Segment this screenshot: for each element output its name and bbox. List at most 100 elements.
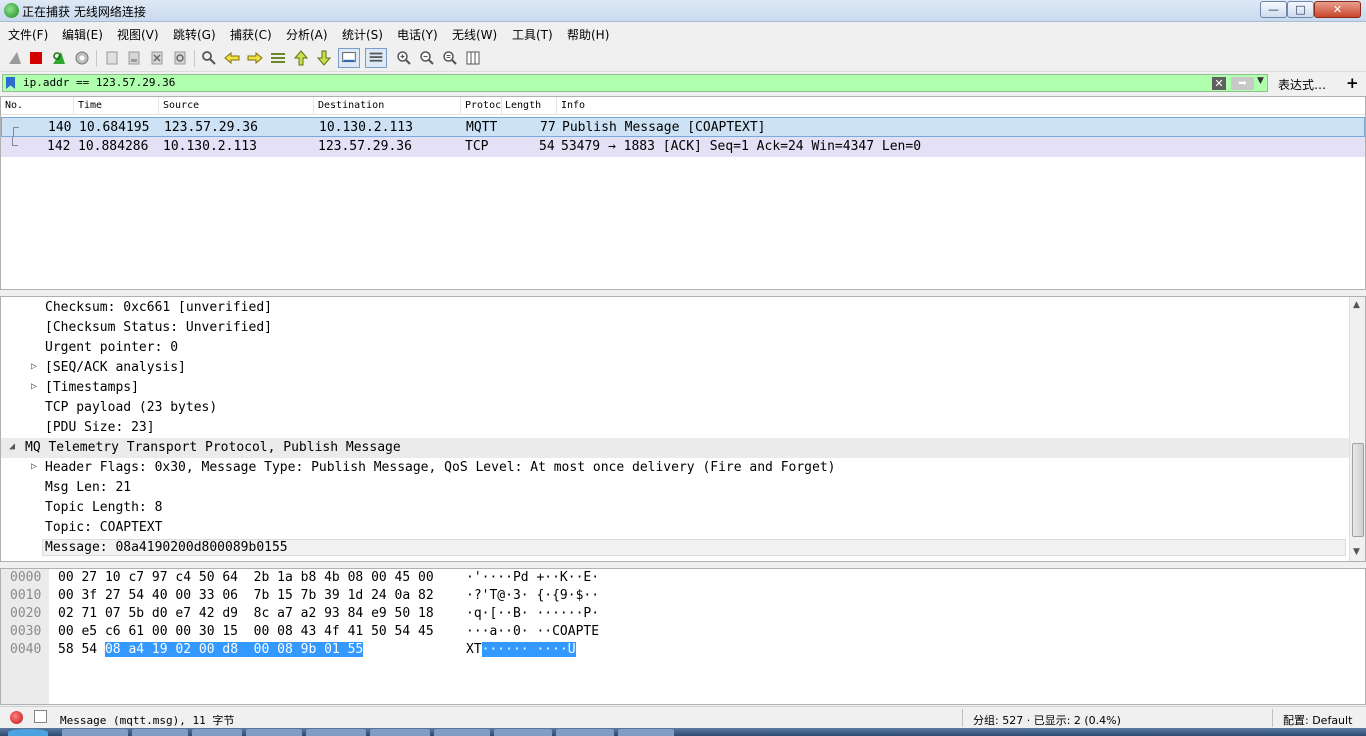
packet-row[interactable]: 142 10.884286 10.130.2.113 123.57.29.36 … xyxy=(1,137,1365,157)
expand-arrow-icon[interactable]: ▷ xyxy=(31,461,37,472)
save-file-icon[interactable] xyxy=(126,50,142,66)
detail-line-selected[interactable]: Message: 08a4190200d800089b0155 xyxy=(1,538,1349,558)
menu-analyze[interactable]: 分析(A) xyxy=(286,26,328,43)
capture-options-icon[interactable] xyxy=(74,50,90,66)
details-scrollbar[interactable]: ▲ ▼ xyxy=(1349,297,1365,561)
detail-line[interactable]: Checksum: 0xc661 [unverified] xyxy=(1,298,1349,318)
main-toolbar xyxy=(0,45,1366,72)
column-header-length[interactable]: Length xyxy=(505,100,541,111)
restart-capture-icon[interactable] xyxy=(51,50,67,66)
start-orb-icon[interactable] xyxy=(8,729,48,736)
taskbar-button[interactable] xyxy=(192,729,242,736)
column-header-destination[interactable]: Destination xyxy=(318,100,384,111)
bytes-line[interactable]: 0020 02 71 07 5b d0 e7 42 d9 8c a7 a2 93… xyxy=(1,605,599,623)
menu-view[interactable]: 视图(V) xyxy=(117,26,159,43)
column-header-protocol[interactable]: Protocol xyxy=(465,100,501,111)
detail-line[interactable]: Msg Len: 21 xyxy=(1,478,1349,498)
minimize-button[interactable]: — xyxy=(1260,1,1287,18)
bytes-line[interactable]: 0000 00 27 10 c7 97 c4 50 64 2b 1a b8 4b… xyxy=(1,569,599,587)
expand-arrow-icon[interactable]: ▷ xyxy=(31,381,37,392)
packet-list-header: No. Time Source Destination Protocol Len… xyxy=(1,97,1365,115)
column-divider[interactable] xyxy=(313,97,314,114)
auto-scroll-icon[interactable] xyxy=(338,48,360,68)
taskbar-button[interactable] xyxy=(132,729,188,736)
packet-row[interactable]: 140 10.684195 123.57.29.36 10.130.2.113 … xyxy=(1,117,1365,138)
detail-line-mqtt[interactable]: ◢ MQ Telemetry Transport Protocol, Publis… xyxy=(1,438,1349,458)
go-to-packet-icon[interactable] xyxy=(270,50,286,66)
scrollbar-thumb[interactable] xyxy=(1352,443,1364,537)
status-profile[interactable]: 配置: Default xyxy=(1283,712,1352,728)
expand-arrow-icon[interactable]: ▷ xyxy=(31,361,37,372)
shark-fin-start-icon[interactable] xyxy=(7,50,23,66)
taskbar-button[interactable] xyxy=(556,729,614,736)
zoom-out-icon[interactable] xyxy=(419,50,435,66)
zoom-normal-icon[interactable] xyxy=(442,50,458,66)
zoom-in-icon[interactable] xyxy=(396,50,412,66)
go-back-icon[interactable] xyxy=(224,50,240,66)
byte-ascii-selected: ······ ····U xyxy=(481,642,576,657)
column-header-no[interactable]: No. xyxy=(5,100,23,111)
taskbar-button[interactable] xyxy=(494,729,552,736)
taskbar-button[interactable] xyxy=(306,729,366,736)
first-packet-icon[interactable] xyxy=(293,50,309,66)
stop-capture-icon[interactable] xyxy=(28,50,44,66)
menu-go[interactable]: 跳转(G) xyxy=(173,26,216,43)
go-forward-icon[interactable] xyxy=(247,50,263,66)
menu-capture[interactable]: 捕获(C) xyxy=(230,26,272,43)
taskbar-button[interactable] xyxy=(246,729,302,736)
detail-line[interactable]: TCP payload (23 bytes) xyxy=(1,398,1349,418)
detail-line[interactable]: Topic Length: 8 xyxy=(1,498,1349,518)
column-header-source[interactable]: Source xyxy=(163,100,199,111)
scroll-down-icon[interactable]: ▼ xyxy=(1353,547,1360,557)
bytes-line[interactable]: 0010 00 3f 27 54 40 00 33 06 7b 15 7b 39… xyxy=(1,587,599,605)
menu-file[interactable]: 文件(F) xyxy=(8,26,48,43)
maximize-button[interactable]: □ xyxy=(1287,1,1314,18)
detail-line[interactable]: ▷ Header Flags: 0x30, Message Type: Publi… xyxy=(1,458,1349,478)
menu-edit[interactable]: 编辑(E) xyxy=(62,26,103,43)
add-filter-button[interactable]: + xyxy=(1346,74,1359,92)
bytes-line[interactable]: 0040 58 54 08 a4 19 02 00 d8 00 08 9b 01… xyxy=(1,641,576,659)
edit-comment-icon[interactable] xyxy=(34,710,47,723)
column-header-info[interactable]: Info xyxy=(561,100,585,111)
open-file-icon[interactable] xyxy=(104,50,120,66)
column-divider[interactable] xyxy=(501,97,502,114)
detail-line[interactable]: [Checksum Status: Unverified] xyxy=(1,318,1349,338)
taskbar-button[interactable] xyxy=(434,729,490,736)
capture-status-icon[interactable] xyxy=(10,711,23,724)
menu-statistics[interactable]: 统计(S) xyxy=(342,26,383,43)
taskbar-button[interactable] xyxy=(370,729,430,736)
detail-line[interactable]: [PDU Size: 23] xyxy=(1,418,1349,438)
menu-tools[interactable]: 工具(T) xyxy=(512,26,553,43)
clear-filter-icon[interactable]: ✕ xyxy=(1212,77,1226,90)
apply-filter-icon[interactable]: ➡ xyxy=(1231,77,1254,90)
menu-help[interactable]: 帮助(H) xyxy=(567,26,609,43)
detail-line[interactable]: ▷ [SEQ/ACK analysis] xyxy=(1,358,1349,378)
display-filter-input[interactable]: ip.addr == 123.57.29.36 ✕ ➡ ▼ xyxy=(2,74,1268,92)
resize-columns-icon[interactable] xyxy=(465,50,481,66)
column-divider[interactable] xyxy=(158,97,159,114)
collapse-arrow-icon[interactable]: ◢ xyxy=(9,441,15,452)
column-divider[interactable] xyxy=(73,97,74,114)
byte-ascii: ·'····Pd +··K··E· xyxy=(466,570,600,585)
menu-wireless[interactable]: 无线(W) xyxy=(452,26,497,43)
menu-telephony[interactable]: 电话(Y) xyxy=(397,26,438,43)
taskbar-button[interactable] xyxy=(618,729,674,736)
detail-line[interactable]: Urgent pointer: 0 xyxy=(1,338,1349,358)
column-header-time[interactable]: Time xyxy=(78,100,102,111)
colorize-icon[interactable] xyxy=(365,48,387,68)
scroll-up-icon[interactable]: ▲ xyxy=(1353,300,1360,310)
close-button[interactable]: ✕ xyxy=(1314,1,1361,18)
column-divider[interactable] xyxy=(556,97,557,114)
expression-button[interactable]: 表达式… xyxy=(1278,76,1326,93)
chevron-down-icon[interactable]: ▼ xyxy=(1257,76,1264,86)
reload-file-icon[interactable] xyxy=(172,50,188,66)
bookmark-icon[interactable] xyxy=(6,77,15,89)
last-packet-icon[interactable] xyxy=(316,50,332,66)
taskbar-button[interactable] xyxy=(62,729,128,736)
bytes-line[interactable]: 0030 00 e5 c6 61 00 00 30 15 00 08 43 4f… xyxy=(1,623,599,641)
close-file-icon[interactable] xyxy=(149,50,165,66)
detail-line[interactable]: ▷ [Timestamps] xyxy=(1,378,1349,398)
find-packet-icon[interactable] xyxy=(201,50,217,66)
detail-line[interactable]: Topic: COAPTEXT xyxy=(1,518,1349,538)
column-divider[interactable] xyxy=(460,97,461,114)
